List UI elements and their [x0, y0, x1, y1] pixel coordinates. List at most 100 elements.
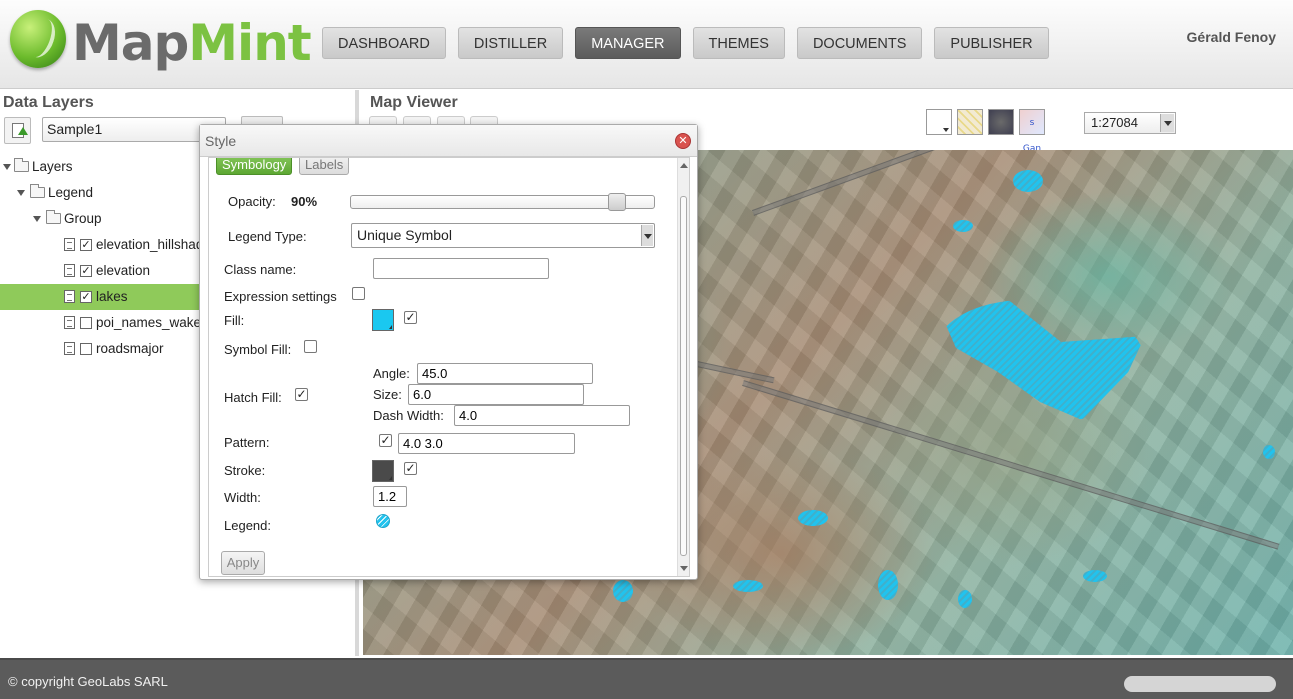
map-tool-button[interactable]	[369, 116, 397, 124]
layer-file-icon	[64, 264, 75, 277]
scale-select[interactable]: 1:27084	[1084, 112, 1176, 134]
tab-labels[interactable]: Labels	[299, 158, 350, 175]
pattern-input[interactable]	[398, 433, 575, 454]
nav-distiller[interactable]: DISTILLER	[457, 27, 564, 59]
hatch-fill-checkbox[interactable]: ✓	[295, 388, 308, 401]
app-header: MapMint DASHBOARD DISTILLER MANAGER THEM…	[0, 0, 1293, 89]
symbol-fill-checkbox[interactable]	[304, 340, 317, 353]
logo-wordmark: MapMint	[72, 14, 312, 72]
nav-themes[interactable]: THEMES	[692, 27, 785, 59]
upload-arrow-icon	[18, 127, 28, 135]
fill-label: Fill:	[224, 313, 245, 328]
road-line	[742, 380, 1280, 550]
layer-label: elevation_hillshade	[96, 237, 211, 252]
lake-feature	[958, 590, 972, 608]
layer-file-icon	[64, 290, 75, 303]
symbol-fill-label: Symbol Fill:	[224, 342, 292, 357]
folder-icon	[30, 184, 45, 198]
layer-visibility-checkbox[interactable]	[80, 343, 92, 355]
layer-file-icon	[64, 316, 75, 329]
chevron-down-icon[interactable]	[641, 225, 653, 246]
lake-feature	[935, 300, 1145, 420]
road-line	[751, 150, 961, 216]
map-tool-button[interactable]	[470, 116, 498, 124]
nav-manager[interactable]: MANAGER	[575, 27, 681, 59]
scroll-thumb[interactable]	[680, 196, 687, 556]
expand-arrow-icon[interactable]	[17, 190, 25, 196]
nav-documents[interactable]: DOCUMENTS	[796, 27, 923, 59]
nav-dashboard[interactable]: DASHBOARD	[322, 27, 446, 59]
user-name[interactable]: Gérald Fenoy	[1187, 29, 1276, 45]
lake-feature	[1263, 445, 1275, 459]
layer-visibility-checkbox[interactable]: ✓	[80, 239, 92, 251]
layer-label: poi_names_wake	[96, 315, 202, 330]
chevron-down-icon[interactable]	[1160, 114, 1174, 132]
stroke-checkbox[interactable]: ✓	[404, 462, 417, 475]
expand-arrow-icon[interactable]	[33, 216, 41, 222]
scroll-down-icon[interactable]	[680, 566, 688, 571]
nav-publisher[interactable]: PUBLISHER	[934, 27, 1049, 59]
basemap-blank-button[interactable]	[926, 109, 952, 135]
layer-label: roadsmajor	[96, 341, 164, 356]
horizontal-scrollbar[interactable]	[1124, 676, 1276, 692]
stroke-label: Stroke:	[224, 463, 266, 478]
opacity-slider[interactable]	[350, 193, 655, 211]
dialog-titlebar[interactable]: Style ✕	[200, 125, 697, 157]
stroke-color-swatch[interactable]	[372, 460, 394, 482]
class-name-label: Class name:	[224, 262, 297, 277]
panel-title: Data Layers	[3, 94, 94, 111]
basemap-streets-button[interactable]	[957, 109, 983, 135]
expression-settings-label: Expression settings	[224, 289, 337, 304]
size-input[interactable]	[408, 384, 584, 405]
basemap-osm-button[interactable]: s Gan	[1019, 109, 1045, 154]
hatch-fill-label: Hatch Fill:	[224, 390, 282, 405]
lake-feature	[1083, 570, 1107, 582]
slider-handle[interactable]	[608, 193, 626, 211]
tree-label: Legend	[48, 185, 94, 200]
lake-feature	[733, 580, 763, 592]
lake-feature	[798, 510, 828, 526]
layer-file-icon	[64, 238, 75, 251]
expand-arrow-icon[interactable]	[3, 164, 11, 170]
apply-button[interactable]: Apply	[221, 551, 265, 575]
opacity-label: Opacity:	[228, 194, 276, 209]
close-icon[interactable]: ✕	[675, 133, 691, 149]
tab-symbology[interactable]: Symbology	[216, 158, 293, 175]
scale-value: 1:27084	[1091, 115, 1138, 130]
angle-input[interactable]	[417, 363, 593, 384]
legend-type-select[interactable]: Unique Symbol	[351, 223, 655, 248]
lake-feature	[1013, 170, 1043, 192]
layer-file-icon	[64, 342, 75, 355]
tree-label: Layers	[32, 159, 73, 174]
map-tool-button[interactable]	[403, 116, 431, 124]
expression-settings-checkbox[interactable]	[352, 287, 365, 300]
fill-color-swatch[interactable]	[372, 309, 394, 331]
scroll-up-icon[interactable]	[680, 163, 688, 168]
dialog-title: Style	[205, 133, 237, 149]
opacity-value: 90%	[291, 194, 318, 209]
dialog-scrollbar[interactable]	[677, 158, 689, 576]
width-input[interactable]	[373, 486, 407, 507]
legend-label: Legend:	[224, 518, 271, 533]
leaf-logo-icon	[10, 10, 66, 68]
basemap-satellite-button[interactable]	[988, 109, 1014, 135]
width-label: Width:	[224, 490, 261, 505]
mapmint-logo: MapMint	[8, 8, 312, 74]
dash-width-label: Dash Width:	[373, 408, 444, 423]
pattern-label: Pattern:	[224, 435, 270, 450]
legend-preview-icon	[376, 514, 390, 528]
layer-visibility-checkbox[interactable]	[80, 317, 92, 329]
map-viewer-title: Map Viewer	[370, 94, 458, 111]
dialog-content: Symbology Labels Opacity: 90% Legend Typ…	[208, 157, 690, 577]
class-name-input[interactable]	[373, 258, 549, 279]
angle-label: Angle:	[373, 366, 410, 381]
fill-checkbox[interactable]: ✓	[404, 311, 417, 324]
folder-icon	[46, 210, 61, 224]
pattern-checkbox[interactable]: ✓	[379, 434, 392, 447]
map-tool-button[interactable]	[437, 116, 465, 124]
add-layer-button[interactable]	[4, 117, 31, 144]
dash-width-input[interactable]	[454, 405, 630, 426]
layer-visibility-checkbox[interactable]: ✓	[80, 265, 92, 277]
lake-feature	[613, 580, 633, 602]
layer-visibility-checkbox[interactable]: ✓	[80, 291, 92, 303]
